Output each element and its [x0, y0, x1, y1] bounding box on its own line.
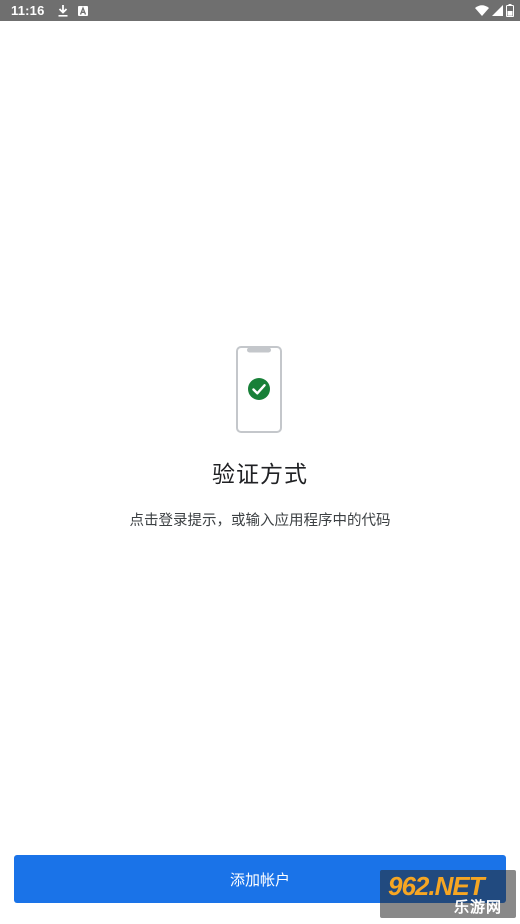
download-icon: [58, 4, 68, 17]
watermark-logo-text: 962.NET: [388, 871, 485, 901]
watermark-site-text: 乐游网: [454, 898, 503, 916]
wifi-icon: [475, 5, 489, 16]
phone-check-icon: [236, 346, 282, 433]
status-time: 11:16: [11, 3, 45, 18]
battery-icon: [506, 4, 514, 17]
watermark-logo: 962.NET 乐游网: [380, 870, 516, 918]
page-title: 验证方式: [212, 462, 308, 488]
a-icon: [77, 5, 88, 16]
status-bar: 11:16: [0, 0, 520, 21]
signal-icon: [492, 5, 503, 16]
page-subtitle: 点击登录提示，或输入应用程序中的代码: [129, 513, 391, 529]
